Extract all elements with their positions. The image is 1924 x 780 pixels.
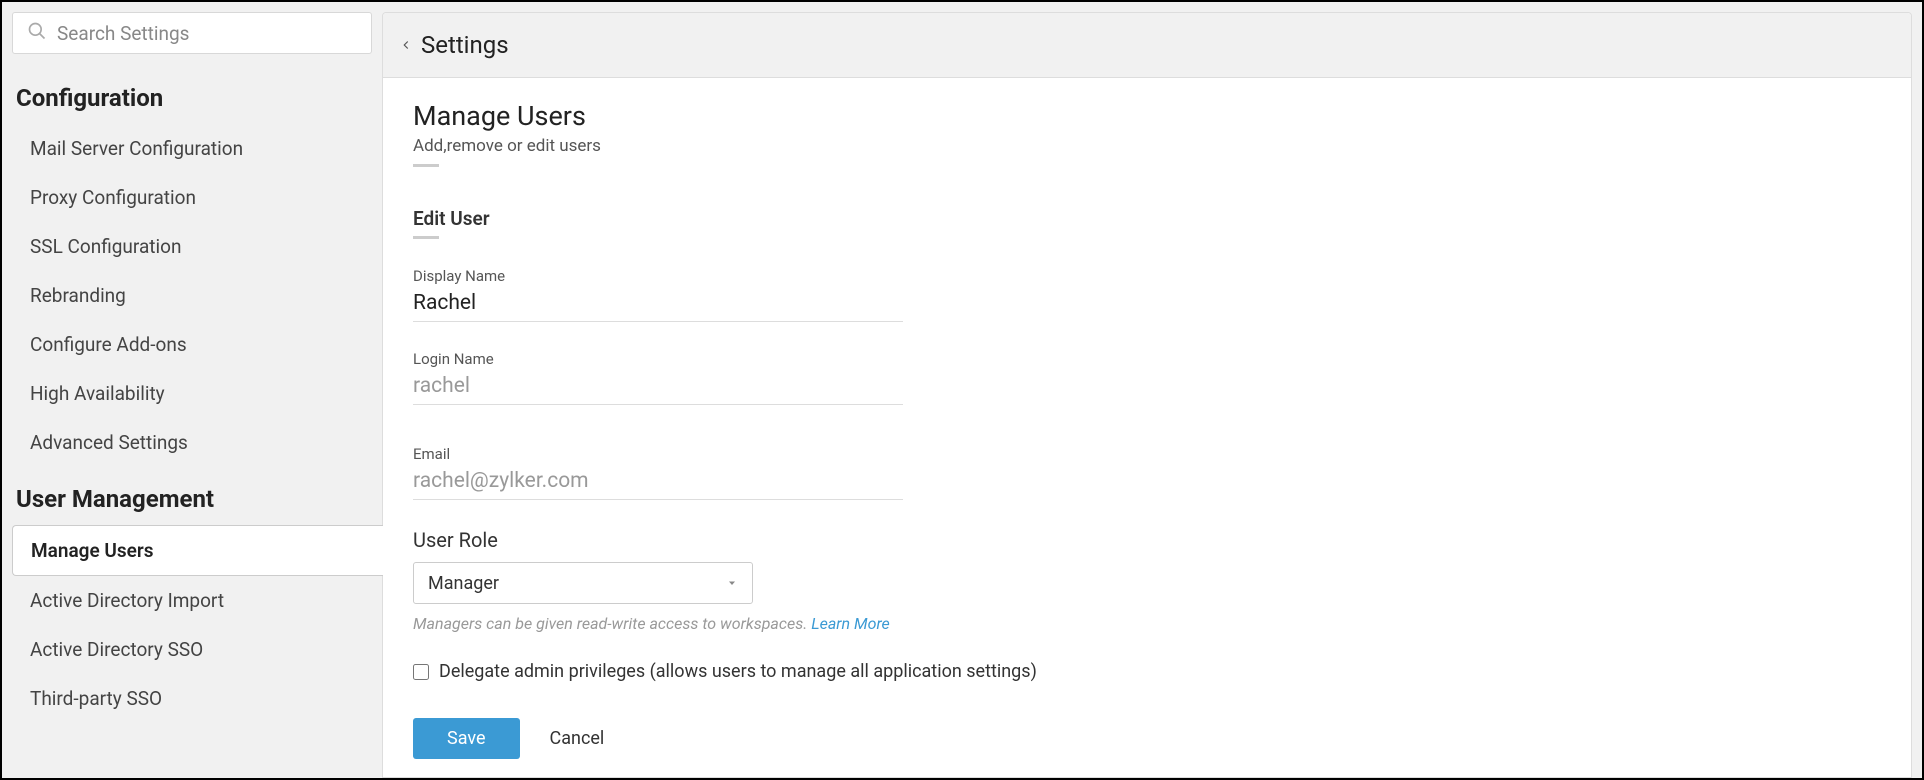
user-role-helper-text: Managers can be given read-write access … bbox=[413, 614, 811, 633]
learn-more-link[interactable]: Learn More bbox=[811, 614, 890, 633]
user-role-select[interactable]: Manager bbox=[413, 562, 753, 604]
chevron-down-icon bbox=[726, 573, 738, 594]
delegate-admin-row[interactable]: Delegate admin privileges (allows users … bbox=[413, 661, 1881, 682]
main-body: Manage Users Add,remove or edit users Ed… bbox=[383, 78, 1911, 777]
sidebar-item-high-availability[interactable]: High Availability bbox=[12, 369, 372, 418]
sidebar-item-proxy-configuration[interactable]: Proxy Configuration bbox=[12, 173, 372, 222]
save-button[interactable]: Save bbox=[413, 718, 520, 759]
login-name-label: Login Name bbox=[413, 350, 903, 368]
user-role-label: User Role bbox=[413, 528, 1881, 552]
display-name-label: Display Name bbox=[413, 267, 903, 285]
login-name-input[interactable] bbox=[413, 370, 903, 405]
section-label-edit-user: Edit User bbox=[413, 207, 1881, 230]
search-input[interactable] bbox=[57, 22, 357, 45]
field-email: Email bbox=[413, 445, 903, 500]
search-box[interactable] bbox=[12, 12, 372, 54]
delegate-admin-label: Delegate admin privileges (allows users … bbox=[439, 661, 1037, 682]
delegate-admin-checkbox[interactable] bbox=[413, 664, 429, 680]
page-subtitle: Add,remove or edit users bbox=[413, 136, 1881, 156]
display-name-input[interactable] bbox=[413, 287, 903, 322]
field-login-name: Login Name bbox=[413, 350, 903, 405]
sidebar-item-manage-users[interactable]: Manage Users bbox=[12, 525, 383, 576]
back-icon[interactable] bbox=[399, 35, 413, 55]
sidebar-section-configuration: Configuration bbox=[12, 84, 372, 124]
sidebar-item-configure-addons[interactable]: Configure Add-ons bbox=[12, 320, 372, 369]
sidebar-item-third-party-sso[interactable]: Third-party SSO bbox=[12, 674, 372, 723]
sidebar-section-user-management: User Management bbox=[12, 485, 372, 525]
page-title: Manage Users bbox=[413, 100, 1881, 132]
user-role-selected: Manager bbox=[428, 573, 499, 594]
field-display-name: Display Name bbox=[413, 267, 903, 322]
button-row: Save Cancel bbox=[413, 718, 1881, 759]
cancel-button[interactable]: Cancel bbox=[550, 728, 605, 749]
email-input[interactable] bbox=[413, 465, 903, 500]
main-header: Settings bbox=[383, 13, 1911, 78]
sidebar-item-ssl-configuration[interactable]: SSL Configuration bbox=[12, 222, 372, 271]
email-label: Email bbox=[413, 445, 903, 463]
sidebar-item-rebranding[interactable]: Rebranding bbox=[12, 271, 372, 320]
search-icon bbox=[27, 21, 57, 45]
title-underline bbox=[413, 164, 439, 167]
sidebar-item-advanced-settings[interactable]: Advanced Settings bbox=[12, 418, 372, 467]
sidebar-item-mail-server-configuration[interactable]: Mail Server Configuration bbox=[12, 124, 372, 173]
main-panel: Settings Manage Users Add,remove or edit… bbox=[382, 12, 1912, 778]
section-underline bbox=[413, 236, 439, 239]
user-role-helper: Managers can be given read-write access … bbox=[413, 614, 1881, 633]
sidebar-item-active-directory-sso[interactable]: Active Directory SSO bbox=[12, 625, 372, 674]
sidebar-item-active-directory-import[interactable]: Active Directory Import bbox=[12, 576, 372, 625]
breadcrumb-title: Settings bbox=[421, 31, 509, 59]
sidebar: Configuration Mail Server Configuration … bbox=[12, 12, 382, 778]
